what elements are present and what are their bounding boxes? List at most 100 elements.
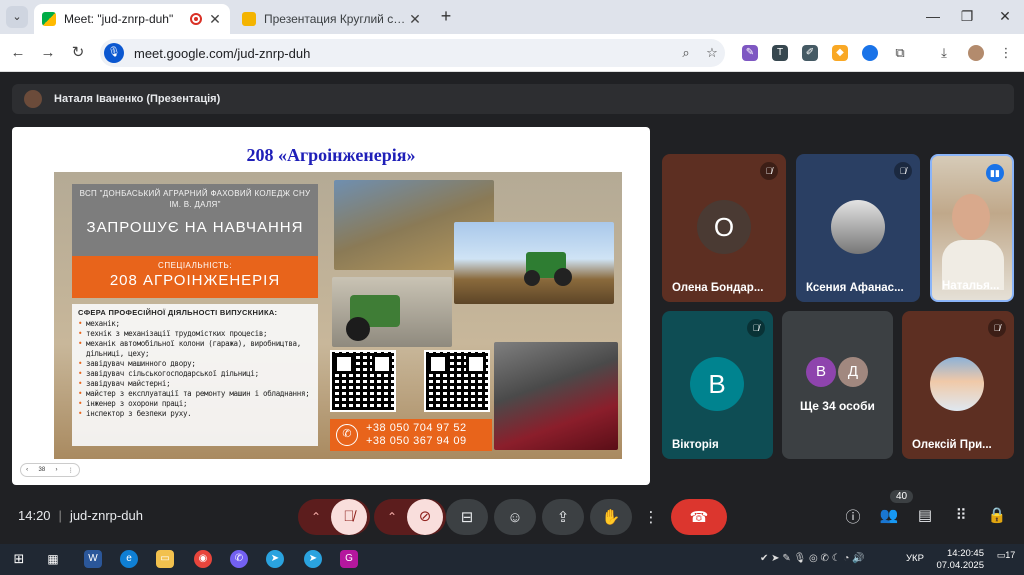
- camera-off-button[interactable]: ⊘: [407, 499, 443, 535]
- presenter-avatar: [24, 90, 42, 108]
- extension-pen-icon[interactable]: ✎: [742, 45, 758, 61]
- tab-meet[interactable]: Meet: "jud-znrp-duh" ✕: [34, 4, 230, 34]
- college-name: ВСП "ДОНБАСЬКИЙ АГРАРНИЙ ФАХОВИЙ КОЛЕДЖ …: [72, 184, 318, 216]
- specialty-name: 208 АГРОІНЖЕНЕРІЯ: [109, 272, 281, 289]
- phone-number: +38 050 367 94 09: [366, 435, 467, 447]
- file-explorer-icon[interactable]: ▭: [156, 550, 174, 568]
- participant-tile[interactable]: 🎙̸ В Вікторія: [662, 311, 773, 459]
- telegram-icon[interactable]: ➤: [304, 550, 322, 568]
- keyboard-language[interactable]: УКР: [906, 553, 924, 564]
- url-text[interactable]: meet.google.com/jud-znrp-duh: [134, 46, 673, 61]
- edge-icon[interactable]: e: [120, 550, 138, 568]
- slide-menu-icon[interactable]: ⋮: [68, 467, 74, 474]
- participant-tile[interactable]: 🎙̸ О Олена Бондар...: [662, 154, 786, 302]
- raise-hand-button[interactable]: ✋: [590, 499, 632, 535]
- extension-translate-icon[interactable]: T: [772, 45, 788, 61]
- fendt-tractor-photo: [332, 277, 452, 347]
- extension-dot-icon[interactable]: [862, 45, 878, 61]
- extension-brush-icon[interactable]: ✐: [802, 45, 818, 61]
- green-tractor-photo: [454, 222, 614, 304]
- camera-control[interactable]: ⌃ ⊘: [374, 499, 446, 535]
- word-icon[interactable]: W: [84, 550, 102, 568]
- avatar: [930, 357, 984, 411]
- profile-avatar[interactable]: [968, 45, 984, 61]
- slides-favicon-icon: [242, 12, 256, 26]
- present-screen-button[interactable]: ⇪: [542, 499, 584, 535]
- microphone-site-icon[interactable]: 🎙: [104, 43, 124, 63]
- new-tab-plus-icon[interactable]: +: [436, 7, 456, 27]
- participant-tile[interactable]: 🎙̸ Олексій При...: [902, 311, 1014, 459]
- download-icon[interactable]: ⤓: [936, 45, 952, 61]
- chat-icon[interactable]: ▤: [914, 506, 936, 524]
- tab-list-chevron-icon[interactable]: ⌄: [6, 6, 28, 28]
- specialty-block: СПЕЦІАЛЬНІСТЬ: 208 АГРОІНЖЕНЕРІЯ: [72, 256, 318, 298]
- slide-navigation[interactable]: ‹ 38 › ⋮: [20, 463, 80, 477]
- mic-off-icon: 🎙̸: [988, 319, 1006, 337]
- widgets-icon[interactable]: ▦: [44, 550, 62, 568]
- address-bar[interactable]: 🎙 meet.google.com/jud-znrp-duh ⌕ ☆: [100, 39, 725, 67]
- mic-off-icon: 🎙̸: [760, 162, 778, 180]
- clock[interactable]: 14:20:45 07.04.2025: [936, 548, 984, 572]
- forward-arrow-icon[interactable]: →: [38, 43, 58, 63]
- participant-name: Олексій При...: [912, 439, 992, 451]
- camera-options-chevron-icon[interactable]: ⌃: [377, 510, 407, 524]
- app-icon[interactable]: G: [340, 550, 358, 568]
- meeting-info: 14:20 | jud-znrp-duh: [18, 508, 143, 523]
- others-tile[interactable]: В Д Ще 34 особи: [782, 311, 893, 459]
- close-tab-icon[interactable]: ✕: [408, 11, 422, 28]
- duty-item: інженер з охорони праці;: [78, 399, 312, 409]
- info-panel: ВСП "ДОНБАСЬКИЙ АГРАРНИЙ ФАХОВИЙ КОЛЕДЖ …: [72, 184, 318, 446]
- others-count: Ще 34 особи: [800, 399, 875, 413]
- notifications-icon[interactable]: ▭17: [996, 550, 1016, 568]
- qr-code-right: [424, 350, 490, 412]
- minimize-icon[interactable]: —: [918, 8, 948, 24]
- telegram-icon[interactable]: ➤: [266, 550, 284, 568]
- more-menu-icon[interactable]: ⋮: [998, 45, 1014, 61]
- participant-video: [952, 194, 990, 240]
- phone-block: ✆ +38 050 704 97 52 +38 050 367 94 09: [330, 419, 492, 451]
- bookmark-star-icon[interactable]: ☆: [699, 45, 725, 61]
- restore-icon[interactable]: ❐: [952, 8, 982, 25]
- duty-item: механік;: [78, 319, 312, 329]
- tab-slides[interactable]: Презентация Круглий стіл «Мо ✕: [234, 4, 430, 34]
- notification-count: 17: [1005, 550, 1016, 560]
- chrome-icon[interactable]: ◉: [194, 550, 212, 568]
- duty-item: завідувач майстерні;: [78, 379, 312, 389]
- meet-controls: 14:20 | jud-znrp-duh ⌃ 🎙̸ ⌃ ⊘ ⊟ ☺ ⇪ ✋ ⋮ ☎ …: [0, 490, 1024, 544]
- viber-icon[interactable]: ✆: [230, 550, 248, 568]
- avatar: В: [806, 357, 836, 387]
- meeting-details-icon[interactable]: ⓘ: [842, 506, 864, 527]
- slide-page-number: 38: [38, 467, 46, 473]
- avatar: [831, 200, 885, 254]
- close-tab-icon[interactable]: ✕: [208, 11, 222, 28]
- participant-tile[interactable]: 🎙̸ Ксения Афанас...: [796, 154, 920, 302]
- speaking-indicator-icon: ▮▮: [986, 164, 1004, 182]
- close-window-icon[interactable]: ✕: [990, 8, 1020, 25]
- mic-off-button[interactable]: 🎙̸: [331, 499, 367, 535]
- leave-call-button[interactable]: ☎: [671, 499, 727, 535]
- windows-taskbar: ⊞ ▦ W e ▭ ◉ ✆ ➤ ➤ G ✔ ➤ ✎ 🎙 ◎ ✆ ☾ ◔ 🔊 УК…: [0, 544, 1024, 575]
- tray-icons[interactable]: ✔ ➤ ✎ 🎙 ◎ ✆ ☾ ◔ 🔊: [760, 553, 865, 564]
- more-options-button[interactable]: ⋮: [638, 499, 664, 535]
- tab-title: Презентация Круглий стіл «Мо: [264, 12, 408, 26]
- back-arrow-icon[interactable]: ←: [8, 43, 28, 63]
- zoom-icon[interactable]: ⌕: [673, 45, 699, 61]
- emoji-button[interactable]: ☺: [494, 499, 536, 535]
- phone-number: +38 050 704 97 52: [366, 422, 467, 434]
- activities-icon[interactable]: ⠿: [950, 506, 972, 524]
- extensions-puzzle-icon[interactable]: ⧉: [892, 45, 908, 61]
- people-icon[interactable]: 👥: [878, 506, 900, 524]
- next-slide-icon[interactable]: ›: [56, 467, 58, 473]
- participant-tile-speaking[interactable]: ▮▮ Наталья...: [930, 154, 1014, 302]
- captions-button[interactable]: ⊟: [446, 499, 488, 535]
- host-controls-icon[interactable]: 🔒: [986, 506, 1008, 524]
- participant-name: Наталья...: [942, 280, 1000, 292]
- duty-item: технік з механізації трудомістких процес…: [78, 329, 312, 339]
- mic-control[interactable]: ⌃ 🎙̸: [298, 499, 370, 535]
- mic-options-chevron-icon[interactable]: ⌃: [301, 510, 331, 524]
- duties-box: СФЕРА ПРОФЕСІЙНОЇ ДІЯЛЬНОСТІ ВИПУСКНИКА:…: [72, 304, 318, 446]
- reload-icon[interactable]: ↻: [68, 43, 88, 63]
- windows-start-icon[interactable]: ⊞: [10, 550, 28, 568]
- prev-slide-icon[interactable]: ‹: [26, 467, 28, 473]
- extension-honey-icon[interactable]: ◆: [832, 45, 848, 61]
